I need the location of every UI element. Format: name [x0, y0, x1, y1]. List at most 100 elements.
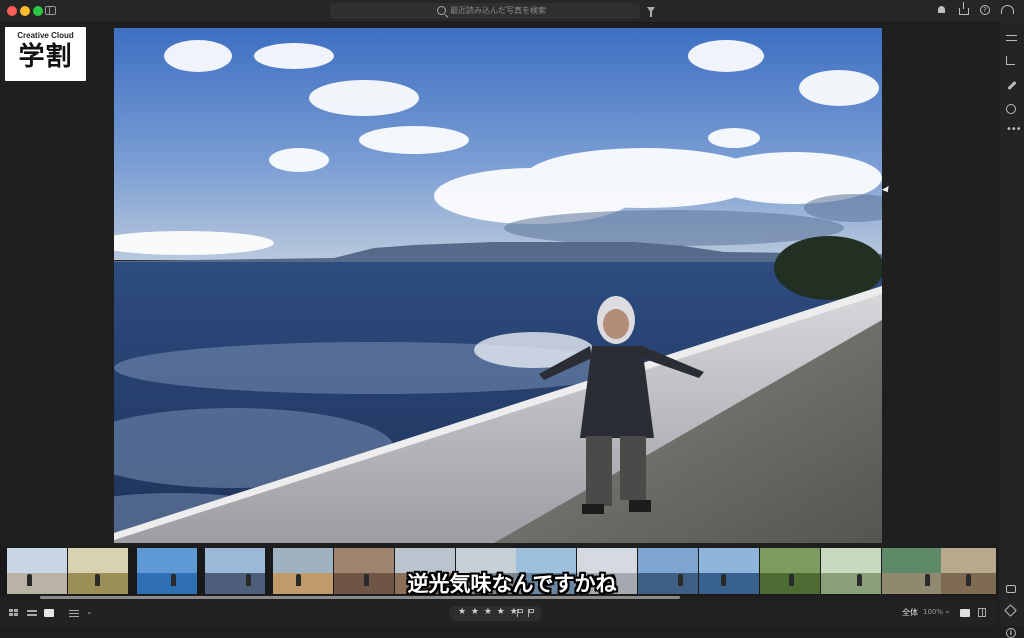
detail-view-icon[interactable]	[44, 609, 54, 617]
search-placeholder: 最近読み込んだ写真を検索	[450, 6, 546, 15]
filmstrip	[0, 547, 998, 595]
sidebar-toggle-icon[interactable]	[45, 6, 56, 15]
thumbnail-figure	[966, 574, 971, 586]
thumbnail-ground	[273, 573, 333, 594]
zoom-window-button[interactable]	[33, 6, 43, 16]
thumbnail-sky	[638, 548, 698, 574]
filmstrip-thumbnail[interactable]	[7, 548, 67, 594]
thumbnail-ground	[7, 573, 67, 594]
zoom-fit-label[interactable]: 全体	[902, 607, 918, 618]
search-icon	[437, 6, 446, 15]
close-window-button[interactable]	[7, 6, 17, 16]
thumbnail-ground	[395, 573, 455, 594]
info-icon[interactable]: i	[1006, 628, 1016, 638]
filmstrip-thumbnail[interactable]	[821, 548, 881, 594]
more-icon[interactable]: •••	[1006, 125, 1022, 137]
masking-icon[interactable]	[1006, 104, 1016, 114]
filmstrip-thumbnail[interactable]	[699, 548, 759, 594]
filmstrip-thumbnail[interactable]	[395, 548, 455, 594]
thumbnail-sky	[273, 548, 333, 574]
bottom-toolbar: ⌄ ★ ★ ★ ★ ★ 全体 100% ⌄	[0, 600, 998, 626]
filmstrip-thumbnail[interactable]	[577, 548, 637, 594]
minimize-window-button[interactable]	[20, 6, 30, 16]
thumbnail-sky	[699, 548, 759, 574]
filmstrip-thumbnail[interactable]	[760, 548, 820, 594]
thumbnail-sky	[516, 548, 576, 574]
filter-icon[interactable]	[647, 7, 655, 17]
thumbnail-figure	[925, 574, 930, 586]
before-after-icon[interactable]	[978, 608, 986, 617]
mouse-cursor-icon	[881, 185, 892, 195]
thumbnail-figure	[364, 574, 369, 586]
comment-icon[interactable]	[1006, 585, 1016, 593]
zoom-value[interactable]: 100%	[923, 608, 943, 616]
thumbnail-figure	[171, 574, 176, 586]
thumbnail-sky	[577, 548, 637, 574]
filmstrip-thumbnail[interactable]	[205, 548, 265, 594]
thumbnail-ground	[821, 573, 881, 594]
pick-flag-icon[interactable]	[517, 609, 525, 617]
logo-main-text: 学割	[18, 42, 73, 72]
cloud-sync-icon[interactable]	[1001, 5, 1014, 14]
thumbnail-figure	[500, 574, 505, 586]
thumbnail-sky	[821, 548, 881, 574]
compare-view-icon[interactable]	[960, 609, 970, 617]
filmstrip-thumbnail[interactable]	[68, 548, 128, 594]
title-bar: 最近読み込んだ写真を検索 ?	[0, 0, 1024, 23]
square-grid-view-icon[interactable]	[9, 609, 19, 617]
filmstrip-thumbnail[interactable]	[273, 548, 333, 594]
thumbnail-sky	[395, 548, 455, 574]
thumbnail-sky	[882, 548, 942, 574]
healing-brush-icon[interactable]	[1006, 80, 1017, 91]
filmstrip-thumbnail[interactable]	[638, 548, 698, 594]
main-photo[interactable]	[114, 28, 882, 543]
sort-icon[interactable]	[69, 609, 79, 617]
thumbnail-ground	[638, 573, 698, 594]
right-toolbar: ••• i	[998, 22, 1024, 638]
thumbnail-ground	[699, 573, 759, 594]
search-input[interactable]: 最近読み込んだ写真を検索	[330, 3, 640, 19]
star-rating[interactable]: ★ ★ ★ ★ ★	[458, 607, 519, 617]
thumbnail-ground	[577, 573, 637, 594]
thumbnail-sky	[334, 548, 394, 574]
thumbnail-sky	[205, 548, 265, 574]
tag-icon[interactable]	[1004, 604, 1017, 617]
creative-cloud-logo: Creative Cloud 学割	[5, 27, 86, 81]
thumbnail-sky	[456, 548, 516, 574]
thumbnail-figure	[789, 574, 794, 586]
thumbnail-figure	[432, 574, 437, 586]
share-icon[interactable]	[959, 2, 969, 15]
thumbnail-ground	[456, 573, 516, 594]
photo-grid-view-icon[interactable]	[27, 609, 37, 617]
thumbnail-figure	[542, 574, 547, 586]
filmstrip-thumbnail[interactable]	[941, 548, 996, 594]
thumbnail-figure	[721, 574, 726, 586]
thumbnail-figure	[27, 574, 32, 586]
filmstrip-thumbnail[interactable]	[334, 548, 394, 594]
thumbnail-sky	[941, 548, 996, 574]
thumbnail-sky	[760, 548, 820, 574]
reject-flag-icon[interactable]	[528, 609, 536, 617]
filmstrip-scrollbar[interactable]	[40, 596, 680, 599]
logo-subtitle: Creative Cloud	[17, 31, 74, 40]
thumbnail-figure	[246, 574, 251, 586]
thumbnail-figure	[678, 574, 683, 586]
crop-icon[interactable]	[1006, 56, 1015, 65]
thumbnail-figure	[610, 574, 615, 586]
filmstrip-thumbnail[interactable]	[516, 548, 576, 594]
help-icon[interactable]: ?	[980, 5, 990, 15]
sort-chevron-down-icon[interactable]: ⌄	[86, 607, 93, 616]
thumbnail-ground	[137, 573, 197, 594]
edit-sliders-icon[interactable]	[1006, 32, 1017, 43]
thumbnail-figure	[857, 574, 862, 586]
filmstrip-thumbnail[interactable]	[456, 548, 516, 594]
bell-icon[interactable]	[937, 5, 947, 15]
thumbnail-sky	[7, 548, 67, 574]
filmstrip-thumbnail[interactable]	[882, 548, 942, 594]
thumbnail-ground	[205, 573, 265, 594]
zoom-chevron-down-icon[interactable]: ⌄	[944, 606, 951, 615]
thumbnail-sky	[68, 548, 128, 574]
filmstrip-thumbnail[interactable]	[137, 548, 197, 594]
thumbnail-figure	[296, 574, 301, 586]
thumbnail-ground	[882, 573, 942, 594]
